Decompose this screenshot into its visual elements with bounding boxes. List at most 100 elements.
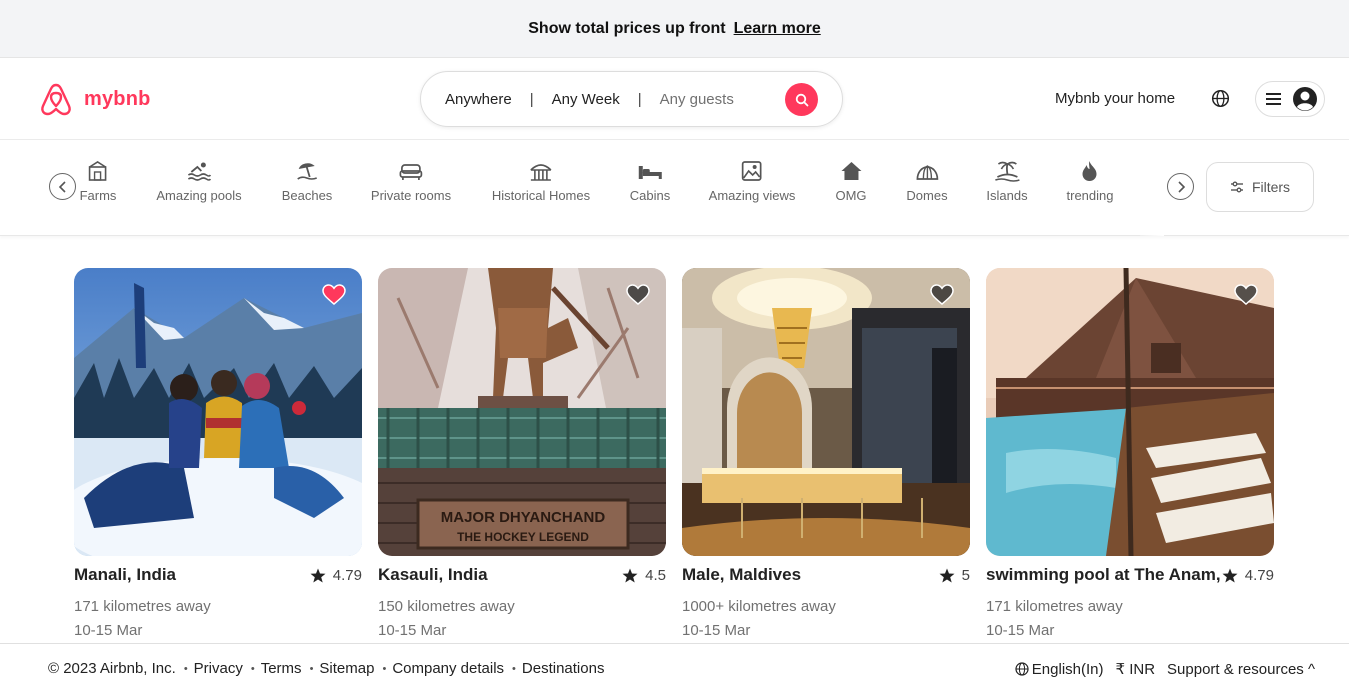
hotel-lobby-photo (682, 268, 970, 556)
footer: © 2023 Airbnb, Inc. • Privacy • Terms • … (0, 643, 1349, 693)
category-amazing-pools[interactable]: Amazing pools (156, 160, 242, 203)
listing-title: Kasauli, India (378, 565, 488, 584)
listing-rating: 4.79 (1222, 567, 1274, 584)
category-private-rooms[interactable]: Private rooms (371, 160, 451, 203)
search-divider: | (637, 90, 642, 108)
listing-photo[interactable]: MAJOR DHYANCHAND THE HOCKEY LEGEND (378, 268, 666, 556)
category-label: Amazing views (708, 188, 796, 203)
category-label: Amazing pools (156, 188, 242, 203)
header: mybnb Anywhere | Any Week | Any guests M… (0, 58, 1349, 140)
fire-icon (1082, 161, 1097, 181)
svg-text:MAJOR DHYANCHAND: MAJOR DHYANCHAND (441, 509, 606, 526)
category-label: Cabins (629, 188, 671, 203)
search-where[interactable]: Anywhere (445, 91, 512, 108)
footer-link-destinations[interactable]: Destinations (522, 660, 605, 677)
copyright-text: © 2023 Airbnb, Inc. (48, 660, 176, 677)
category-islands[interactable]: Islands (986, 160, 1028, 203)
category-beaches[interactable]: Beaches (281, 160, 333, 203)
listing-photo[interactable] (682, 268, 970, 556)
globe-icon[interactable] (1211, 89, 1230, 108)
listing-card[interactable]: swimming pool at The Anam, 4.79 171 kilo… (986, 268, 1274, 639)
language-selector[interactable]: English(In) (1015, 661, 1104, 678)
rating-value: 4.79 (332, 566, 362, 584)
listing-card[interactable]: Manali, India 4.79 171 kilometres away 1… (74, 268, 362, 639)
separator-dot: • (382, 662, 387, 675)
category-label: Domes (906, 188, 948, 203)
farm-icon (89, 161, 107, 181)
support-resources-button[interactable]: Support & resources ^ (1167, 661, 1315, 678)
category-label: OMG (835, 188, 867, 203)
search-bar[interactable]: Anywhere | Any Week | Any guests (420, 71, 843, 127)
user-menu-button[interactable] (1255, 81, 1325, 117)
listing-title: swimming pool at The Anam, (986, 565, 1221, 584)
separator-dot: • (512, 662, 516, 675)
footer-link-terms[interactable]: Terms (261, 660, 302, 677)
filters-button[interactable]: Filters (1206, 162, 1314, 212)
category-label: Farms (79, 188, 117, 203)
favorite-heart-icon[interactable] (626, 284, 650, 306)
category-bar: Farms Amazing pools Beaches Private room… (0, 140, 1349, 236)
category-omg[interactable]: OMG (835, 160, 867, 203)
listing-photo[interactable] (74, 268, 362, 556)
currency-selector[interactable]: ₹ INR (1116, 660, 1156, 678)
category-label: Historical Homes (491, 188, 591, 203)
listing-distance: 171 kilometres away (986, 598, 1123, 615)
listing-title: Manali, India (74, 565, 177, 584)
category-farms[interactable]: Farms (79, 160, 117, 203)
resort-pool-photo (986, 268, 1274, 556)
bed-icon (399, 164, 423, 180)
listing-distance: 171 kilometres away (74, 598, 211, 615)
chevron-right-icon (1177, 180, 1185, 193)
footer-link-sitemap[interactable]: Sitemap (319, 660, 374, 677)
logo-icon (41, 83, 71, 116)
rating-value: 4.5 (645, 566, 666, 584)
listing-rating: 4.79 (310, 567, 362, 584)
learn-more-link[interactable]: Learn more (734, 20, 821, 38)
search-when[interactable]: Any Week (552, 91, 620, 108)
rating-value: 5 (961, 566, 970, 584)
menu-icon (1266, 93, 1281, 105)
search-divider: | (529, 90, 534, 108)
search-guests[interactable]: Any guests (660, 91, 734, 108)
separator-dot: • (250, 662, 255, 675)
category-amazing-views[interactable]: Amazing views (708, 160, 796, 203)
separator-dot: • (183, 662, 188, 675)
listing-rating: 5 (939, 567, 970, 584)
star-icon (1222, 568, 1238, 582)
listing-card[interactable]: Male, Maldives 5 1000+ kilometres away 1… (682, 268, 970, 639)
category-domes[interactable]: Domes (906, 160, 948, 203)
star-icon (622, 568, 638, 582)
rating-value: 4.79 (1244, 566, 1274, 584)
listing-dates: 10-15 Mar (986, 622, 1055, 639)
listing-distance: 150 kilometres away (378, 598, 515, 615)
listing-grid: Manali, India 4.79 171 kilometres away 1… (0, 236, 1349, 643)
logo[interactable]: mybnb (40, 82, 151, 116)
omg-icon (841, 162, 861, 180)
favorite-heart-icon[interactable] (930, 284, 954, 306)
listing-dates: 10-15 Mar (682, 622, 751, 639)
favorite-heart-icon[interactable] (322, 284, 346, 306)
category-historical-homes[interactable]: Historical Homes (492, 160, 590, 203)
brand-name: mybnb (84, 87, 151, 110)
price-banner: Show total prices up front Learn more (0, 0, 1349, 58)
listing-card[interactable]: MAJOR DHYANCHAND THE HOCKEY LEGEND Kasau… (378, 268, 666, 639)
category-label: Beaches (281, 188, 333, 203)
listing-distance: 1000+ kilometres away (682, 598, 836, 615)
separator-dot: • (309, 662, 314, 675)
footer-link-company-details[interactable]: Company details (392, 660, 504, 677)
globe-icon (1015, 662, 1029, 676)
footer-link-privacy[interactable]: Privacy (194, 660, 243, 677)
view-icon (742, 161, 762, 181)
listing-photo[interactable] (986, 268, 1274, 556)
category-trending[interactable]: trending (1067, 160, 1113, 203)
search-button[interactable] (785, 83, 818, 116)
svg-text:THE HOCKEY LEGEND: THE HOCKEY LEGEND (457, 530, 589, 544)
favorite-heart-icon[interactable] (1234, 284, 1258, 306)
snow-mountain-photo (74, 268, 362, 556)
scroll-right-button[interactable] (1167, 173, 1194, 200)
filters-label: Filters (1251, 179, 1291, 195)
scroll-left-button[interactable] (49, 173, 76, 200)
category-cabins[interactable]: Cabins (630, 160, 670, 203)
cabin-icon (639, 166, 662, 179)
host-your-home-link[interactable]: Mybnb your home (1055, 90, 1175, 107)
